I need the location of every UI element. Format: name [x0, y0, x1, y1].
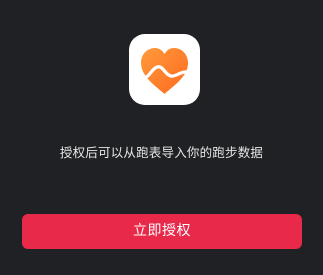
authorize-now-button[interactable]: 立即授权 — [22, 214, 302, 249]
authorization-description: 授权后可以从跑表导入你的跑步数据 — [59, 145, 264, 160]
health-app-icon — [129, 34, 200, 105]
authorization-dialog: 授权后可以从跑表导入你的跑步数据 立即授权 — [0, 0, 323, 275]
heart-pulse-icon — [141, 48, 188, 94]
